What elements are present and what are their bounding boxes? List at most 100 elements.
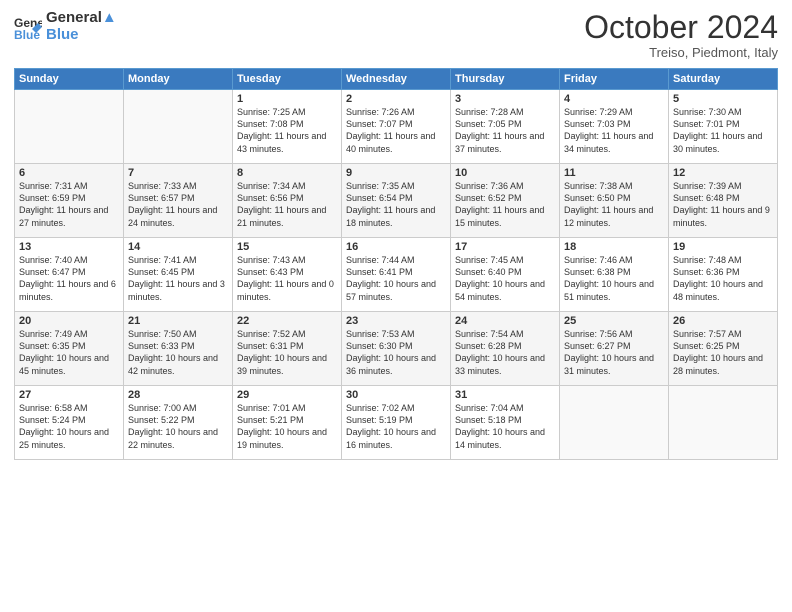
day-info: Sunrise: 7:39 AMSunset: 6:48 PMDaylight:… xyxy=(673,180,773,229)
title-block: October 2024 Treiso, Piedmont, Italy xyxy=(584,10,778,60)
calendar-cell: 19Sunrise: 7:48 AMSunset: 6:36 PMDayligh… xyxy=(669,238,778,312)
day-number: 10 xyxy=(455,167,555,179)
day-number: 15 xyxy=(237,241,337,253)
calendar-cell: 10Sunrise: 7:36 AMSunset: 6:52 PMDayligh… xyxy=(451,164,560,238)
day-number: 2 xyxy=(346,93,446,105)
calendar-cell: 7Sunrise: 7:33 AMSunset: 6:57 PMDaylight… xyxy=(124,164,233,238)
day-info: Sunrise: 7:53 AMSunset: 6:30 PMDaylight:… xyxy=(346,328,446,377)
day-number: 28 xyxy=(128,389,228,401)
day-info: Sunrise: 7:25 AMSunset: 7:08 PMDaylight:… xyxy=(237,106,337,155)
calendar-cell: 27Sunrise: 6:58 AMSunset: 5:24 PMDayligh… xyxy=(15,386,124,460)
day-number: 25 xyxy=(564,315,664,327)
day-info: Sunrise: 7:48 AMSunset: 6:36 PMDaylight:… xyxy=(673,254,773,303)
calendar-cell: 3Sunrise: 7:28 AMSunset: 7:05 PMDaylight… xyxy=(451,90,560,164)
logo-icon: General Blue xyxy=(14,13,42,41)
calendar-cell: 18Sunrise: 7:46 AMSunset: 6:38 PMDayligh… xyxy=(560,238,669,312)
calendar-cell xyxy=(669,386,778,460)
calendar-cell: 2Sunrise: 7:26 AMSunset: 7:07 PMDaylight… xyxy=(342,90,451,164)
location-subtitle: Treiso, Piedmont, Italy xyxy=(584,45,778,60)
day-number: 4 xyxy=(564,93,664,105)
weekday-header: Sunday xyxy=(15,69,124,90)
weekday-header: Monday xyxy=(124,69,233,90)
calendar-cell: 16Sunrise: 7:44 AMSunset: 6:41 PMDayligh… xyxy=(342,238,451,312)
calendar-cell xyxy=(15,90,124,164)
header: General Blue General▲ Blue October 2024 … xyxy=(14,10,778,60)
calendar-cell: 30Sunrise: 7:02 AMSunset: 5:19 PMDayligh… xyxy=(342,386,451,460)
calendar-cell: 20Sunrise: 7:49 AMSunset: 6:35 PMDayligh… xyxy=(15,312,124,386)
day-info: Sunrise: 7:54 AMSunset: 6:28 PMDaylight:… xyxy=(455,328,555,377)
calendar-week-row: 6Sunrise: 7:31 AMSunset: 6:59 PMDaylight… xyxy=(15,164,778,238)
day-number: 23 xyxy=(346,315,446,327)
weekday-header: Thursday xyxy=(451,69,560,90)
day-info: Sunrise: 7:33 AMSunset: 6:57 PMDaylight:… xyxy=(128,180,228,229)
calendar-cell: 15Sunrise: 7:43 AMSunset: 6:43 PMDayligh… xyxy=(233,238,342,312)
calendar-cell: 9Sunrise: 7:35 AMSunset: 6:54 PMDaylight… xyxy=(342,164,451,238)
day-info: Sunrise: 7:01 AMSunset: 5:21 PMDaylight:… xyxy=(237,402,337,451)
day-info: Sunrise: 7:28 AMSunset: 7:05 PMDaylight:… xyxy=(455,106,555,155)
calendar-cell: 11Sunrise: 7:38 AMSunset: 6:50 PMDayligh… xyxy=(560,164,669,238)
calendar-page: General Blue General▲ Blue October 2024 … xyxy=(0,0,792,612)
day-number: 13 xyxy=(19,241,119,253)
day-info: Sunrise: 7:43 AMSunset: 6:43 PMDaylight:… xyxy=(237,254,337,303)
day-info: Sunrise: 7:52 AMSunset: 6:31 PMDaylight:… xyxy=(237,328,337,377)
day-number: 24 xyxy=(455,315,555,327)
day-info: Sunrise: 7:02 AMSunset: 5:19 PMDaylight:… xyxy=(346,402,446,451)
day-info: Sunrise: 7:34 AMSunset: 6:56 PMDaylight:… xyxy=(237,180,337,229)
day-info: Sunrise: 7:36 AMSunset: 6:52 PMDaylight:… xyxy=(455,180,555,229)
logo: General Blue General▲ Blue xyxy=(14,10,117,43)
day-number: 27 xyxy=(19,389,119,401)
day-number: 14 xyxy=(128,241,228,253)
day-info: Sunrise: 7:41 AMSunset: 6:45 PMDaylight:… xyxy=(128,254,228,303)
day-number: 16 xyxy=(346,241,446,253)
day-info: Sunrise: 7:45 AMSunset: 6:40 PMDaylight:… xyxy=(455,254,555,303)
day-info: Sunrise: 7:46 AMSunset: 6:38 PMDaylight:… xyxy=(564,254,664,303)
calendar-cell xyxy=(124,90,233,164)
month-title: October 2024 xyxy=(584,10,778,45)
logo-blue: Blue xyxy=(46,27,117,44)
calendar-cell: 12Sunrise: 7:39 AMSunset: 6:48 PMDayligh… xyxy=(669,164,778,238)
day-info: Sunrise: 7:30 AMSunset: 7:01 PMDaylight:… xyxy=(673,106,773,155)
day-number: 29 xyxy=(237,389,337,401)
day-number: 20 xyxy=(19,315,119,327)
calendar-table: SundayMondayTuesdayWednesdayThursdayFrid… xyxy=(14,68,778,460)
day-number: 9 xyxy=(346,167,446,179)
day-number: 12 xyxy=(673,167,773,179)
calendar-cell: 24Sunrise: 7:54 AMSunset: 6:28 PMDayligh… xyxy=(451,312,560,386)
calendar-week-row: 13Sunrise: 7:40 AMSunset: 6:47 PMDayligh… xyxy=(15,238,778,312)
calendar-cell: 6Sunrise: 7:31 AMSunset: 6:59 PMDaylight… xyxy=(15,164,124,238)
day-info: Sunrise: 7:00 AMSunset: 5:22 PMDaylight:… xyxy=(128,402,228,451)
day-info: Sunrise: 7:49 AMSunset: 6:35 PMDaylight:… xyxy=(19,328,119,377)
day-number: 5 xyxy=(673,93,773,105)
day-info: Sunrise: 7:04 AMSunset: 5:18 PMDaylight:… xyxy=(455,402,555,451)
calendar-cell: 17Sunrise: 7:45 AMSunset: 6:40 PMDayligh… xyxy=(451,238,560,312)
day-number: 19 xyxy=(673,241,773,253)
day-number: 3 xyxy=(455,93,555,105)
day-number: 18 xyxy=(564,241,664,253)
day-number: 7 xyxy=(128,167,228,179)
calendar-cell xyxy=(560,386,669,460)
calendar-cell: 13Sunrise: 7:40 AMSunset: 6:47 PMDayligh… xyxy=(15,238,124,312)
calendar-week-row: 27Sunrise: 6:58 AMSunset: 5:24 PMDayligh… xyxy=(15,386,778,460)
day-info: Sunrise: 6:58 AMSunset: 5:24 PMDaylight:… xyxy=(19,402,119,451)
calendar-cell: 5Sunrise: 7:30 AMSunset: 7:01 PMDaylight… xyxy=(669,90,778,164)
day-info: Sunrise: 7:29 AMSunset: 7:03 PMDaylight:… xyxy=(564,106,664,155)
calendar-header-row: SundayMondayTuesdayWednesdayThursdayFrid… xyxy=(15,69,778,90)
calendar-cell: 8Sunrise: 7:34 AMSunset: 6:56 PMDaylight… xyxy=(233,164,342,238)
day-number: 31 xyxy=(455,389,555,401)
weekday-header: Wednesday xyxy=(342,69,451,90)
day-info: Sunrise: 7:35 AMSunset: 6:54 PMDaylight:… xyxy=(346,180,446,229)
calendar-week-row: 20Sunrise: 7:49 AMSunset: 6:35 PMDayligh… xyxy=(15,312,778,386)
calendar-cell: 21Sunrise: 7:50 AMSunset: 6:33 PMDayligh… xyxy=(124,312,233,386)
day-number: 17 xyxy=(455,241,555,253)
day-number: 26 xyxy=(673,315,773,327)
day-info: Sunrise: 7:38 AMSunset: 6:50 PMDaylight:… xyxy=(564,180,664,229)
calendar-cell: 26Sunrise: 7:57 AMSunset: 6:25 PMDayligh… xyxy=(669,312,778,386)
calendar-week-row: 1Sunrise: 7:25 AMSunset: 7:08 PMDaylight… xyxy=(15,90,778,164)
day-info: Sunrise: 7:31 AMSunset: 6:59 PMDaylight:… xyxy=(19,180,119,229)
calendar-cell: 31Sunrise: 7:04 AMSunset: 5:18 PMDayligh… xyxy=(451,386,560,460)
day-number: 21 xyxy=(128,315,228,327)
calendar-cell: 29Sunrise: 7:01 AMSunset: 5:21 PMDayligh… xyxy=(233,386,342,460)
calendar-cell: 22Sunrise: 7:52 AMSunset: 6:31 PMDayligh… xyxy=(233,312,342,386)
day-info: Sunrise: 7:56 AMSunset: 6:27 PMDaylight:… xyxy=(564,328,664,377)
day-number: 6 xyxy=(19,167,119,179)
